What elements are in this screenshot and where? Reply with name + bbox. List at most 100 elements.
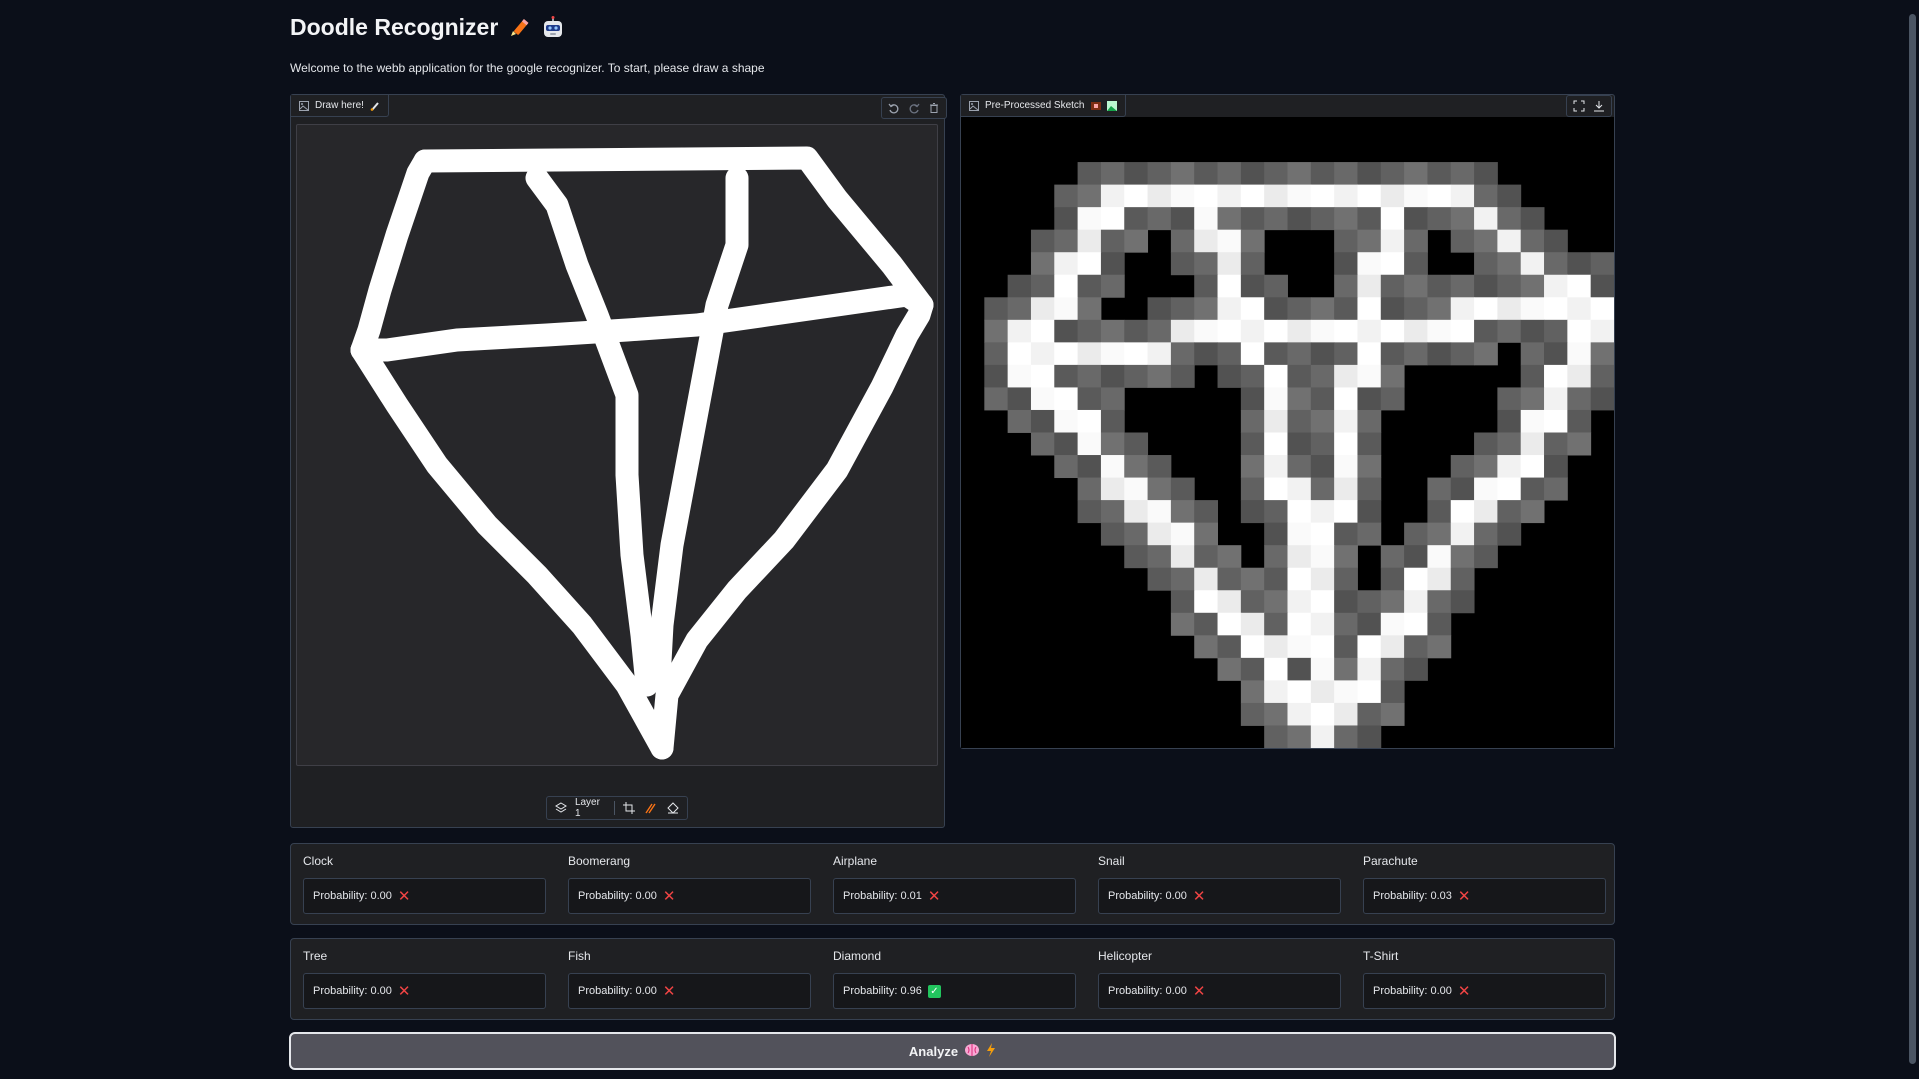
cross-icon: ✕ — [1192, 982, 1206, 1000]
pixel — [1357, 319, 1382, 343]
drawing-canvas[interactable] — [296, 124, 938, 766]
pixel — [1520, 342, 1545, 366]
pixel — [1590, 364, 1615, 388]
fullscreen-icon[interactable] — [1571, 98, 1587, 114]
pixel — [1404, 590, 1428, 614]
pixel — [1334, 207, 1358, 231]
pixel — [1194, 184, 1219, 208]
pixel — [1334, 387, 1358, 411]
page-scrollbar[interactable] — [1906, 0, 1919, 1079]
eraser-icon[interactable] — [665, 800, 681, 816]
analyze-button[interactable]: Analyze — [289, 1032, 1616, 1070]
preprocessed-image — [961, 117, 1615, 749]
trash-icon[interactable] — [926, 100, 942, 116]
pixel — [1357, 455, 1382, 479]
pixel — [1147, 207, 1172, 231]
pixel — [1217, 364, 1242, 388]
pixel — [1240, 635, 1265, 659]
pixel — [1194, 612, 1219, 636]
pixel — [1310, 207, 1335, 231]
pixel — [1590, 252, 1615, 276]
pixel — [1590, 342, 1615, 366]
pixel — [1334, 522, 1358, 546]
pixel — [1520, 229, 1545, 253]
pixel — [1520, 297, 1545, 321]
pixel — [1404, 297, 1428, 321]
pixel — [1287, 364, 1312, 388]
crop-icon[interactable] — [621, 800, 637, 816]
pixel — [1334, 432, 1358, 456]
download-icon[interactable] — [1591, 98, 1607, 114]
pixel — [1287, 590, 1312, 614]
pixel — [1427, 612, 1452, 636]
pixel — [1450, 319, 1475, 343]
pixel — [1100, 432, 1125, 456]
pixel — [1077, 455, 1102, 479]
pixel — [1497, 432, 1522, 456]
brush-icon[interactable] — [643, 800, 659, 816]
pixel — [1334, 455, 1358, 479]
layer-label[interactable]: Layer 1 — [575, 797, 608, 819]
pixel — [1520, 387, 1545, 411]
pixel — [1264, 409, 1288, 433]
pixel — [1310, 680, 1335, 704]
pixel — [1357, 387, 1382, 411]
redo-icon[interactable] — [906, 100, 922, 116]
pixel — [1357, 657, 1382, 681]
pixel — [1170, 500, 1195, 524]
undo-icon[interactable] — [886, 100, 902, 116]
pixel — [1007, 387, 1032, 411]
pixel — [1497, 522, 1522, 546]
pixel — [1030, 274, 1055, 298]
preprocessed-panel: Pre-Processed Sketch — [960, 94, 1615, 749]
pixel — [1404, 184, 1428, 208]
prediction-output: Probability: 0.00 ✕ — [1363, 973, 1606, 1009]
pixel — [1497, 319, 1522, 343]
pixel — [1217, 162, 1242, 186]
pixel — [1030, 432, 1055, 456]
pixel — [1287, 455, 1312, 479]
scrollbar-thumb[interactable] — [1909, 14, 1916, 1064]
pixel — [1334, 545, 1358, 569]
pixel — [1170, 319, 1195, 343]
pixel — [1217, 612, 1242, 636]
pixel — [1240, 297, 1265, 321]
pixel — [1030, 409, 1055, 433]
pixel — [1357, 162, 1382, 186]
pixel — [1077, 432, 1102, 456]
pixel — [1194, 545, 1219, 569]
pixel — [1264, 364, 1288, 388]
pixel — [1147, 319, 1172, 343]
pixel — [1264, 207, 1288, 231]
pixel — [1310, 500, 1335, 524]
pixel — [1100, 184, 1125, 208]
pixel — [1077, 409, 1102, 433]
pixel — [1054, 229, 1079, 253]
pixel — [1217, 184, 1242, 208]
pixel — [1567, 319, 1592, 343]
pixel — [1287, 545, 1312, 569]
pixel — [1240, 500, 1265, 524]
pixel — [1567, 252, 1592, 276]
pixel — [1334, 364, 1358, 388]
page-subtitle: Welcome to the webb application for the … — [290, 61, 765, 75]
pixel — [1450, 274, 1475, 298]
pixel — [1264, 635, 1288, 659]
pixel — [1194, 274, 1219, 298]
pixel — [1404, 319, 1428, 343]
pixel — [1357, 252, 1382, 276]
pixel — [1544, 364, 1568, 388]
cross-icon: ✕ — [397, 887, 411, 905]
layers-icon[interactable] — [553, 800, 569, 816]
pixel — [1310, 455, 1335, 479]
pixel — [1567, 409, 1592, 433]
check-icon: ✓ — [927, 984, 941, 998]
pixel — [1427, 545, 1452, 569]
pixel — [1124, 207, 1149, 231]
prediction-label: Parachute — [1363, 854, 1418, 868]
prediction-output: Probability: 0.03 ✕ — [1363, 878, 1606, 914]
pixel — [1054, 297, 1079, 321]
pixel — [1357, 364, 1382, 388]
pixel — [1054, 274, 1079, 298]
pixel — [984, 364, 1009, 388]
